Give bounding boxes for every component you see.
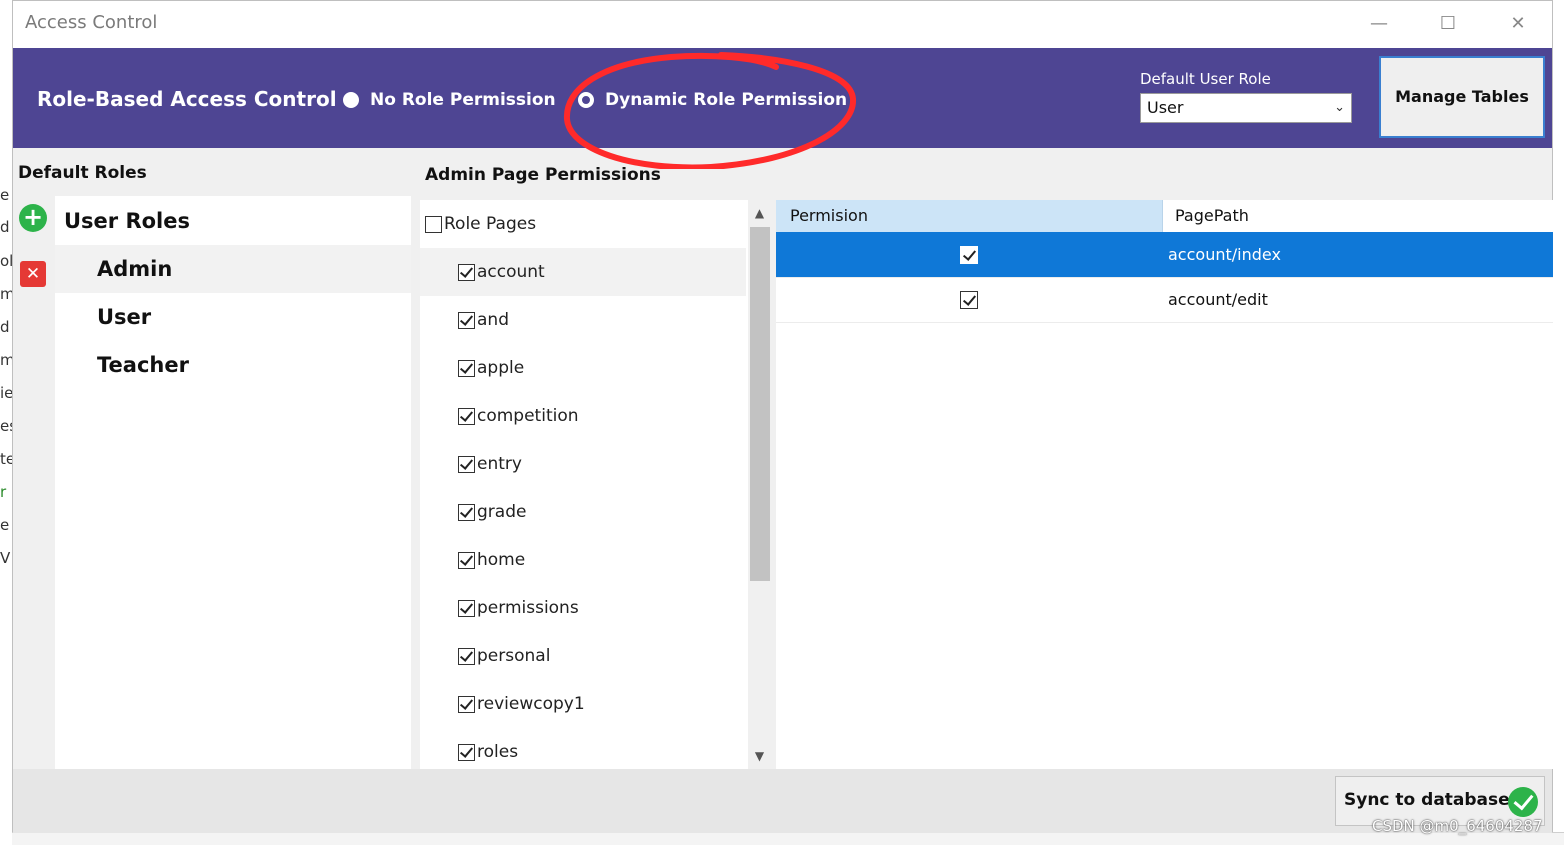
page-label: competition: [477, 406, 579, 426]
checkbox-checked-icon[interactable]: [458, 407, 475, 425]
maximize-button[interactable]: ☐: [1424, 7, 1472, 41]
table-row[interactable]: account/index: [776, 232, 1553, 278]
scroll-thumb[interactable]: [750, 227, 770, 581]
bg-fragment: e: [0, 186, 10, 204]
page-item[interactable]: personal: [420, 632, 746, 680]
radio-label: No Role Permission: [370, 90, 556, 110]
bg-fragment: r: [0, 483, 7, 501]
watermark: CSDN @m0_64604287: [1372, 817, 1543, 835]
page-label: Role Pages: [444, 214, 537, 234]
window-title: Access Control: [25, 12, 158, 33]
header-title: Role-Based Access Control: [37, 87, 337, 111]
checkbox-unchecked-icon[interactable]: [425, 215, 442, 233]
checkbox-checked-icon[interactable]: [458, 599, 475, 617]
footer-bar: Sync to database: [13, 769, 1552, 833]
permissions-grid: Permision PagePath account/index account…: [776, 200, 1553, 769]
pages-tree: Role Pages account and apple competition…: [420, 200, 748, 769]
checkbox-checked-icon[interactable]: [458, 695, 475, 713]
header-bar: Role-Based Access Control No Role Permis…: [13, 48, 1552, 148]
page-label: and: [477, 310, 509, 330]
checkbox-checked-icon[interactable]: [458, 743, 475, 761]
delete-role-icon[interactable]: ✕: [20, 261, 46, 287]
column-header-permision[interactable]: Permision: [776, 200, 1163, 232]
bg-fragment: e: [0, 516, 10, 534]
radio-unselected-icon: [343, 92, 359, 108]
page-label: entry: [477, 454, 522, 474]
access-control-window: Access Control — ☐ ✕ Role-Based Access C…: [12, 0, 1553, 833]
select-value: User: [1147, 98, 1184, 117]
page-label: roles: [477, 742, 519, 762]
page-item[interactable]: apple: [420, 344, 746, 392]
page-label: reviewcopy1: [477, 694, 585, 714]
page-label: personal: [477, 646, 551, 666]
role-pages-root[interactable]: Role Pages: [420, 200, 746, 248]
page-label: grade: [477, 502, 527, 522]
chevron-down-icon: ⌄: [1334, 100, 1345, 115]
page-item[interactable]: home: [420, 536, 746, 584]
radio-dynamic-role-permission[interactable]: Dynamic Role Permission: [578, 90, 847, 110]
sync-button-label: Sync to database: [1344, 790, 1510, 810]
page-path-cell: account/index: [1168, 245, 1281, 264]
scroll-down-icon[interactable]: ▼: [748, 745, 771, 767]
permission-checkbox-checked-icon[interactable]: [960, 291, 978, 309]
checkbox-checked-icon[interactable]: [458, 359, 475, 377]
page-label: permissions: [477, 598, 579, 618]
checkbox-checked-icon[interactable]: [458, 263, 475, 281]
page-label: account: [477, 262, 545, 282]
minimize-button[interactable]: —: [1355, 7, 1403, 41]
page-label: home: [477, 550, 526, 570]
role-item-teacher[interactable]: Teacher: [55, 341, 411, 389]
page-item[interactable]: account: [420, 248, 746, 296]
background-window-right-edge: [1553, 0, 1564, 844]
permission-checkbox-checked-icon[interactable]: [960, 246, 978, 264]
user-roles-heading[interactable]: User Roles: [55, 196, 411, 244]
roles-tree: User Roles Admin User Teacher: [55, 196, 411, 769]
page-item[interactable]: entry: [420, 440, 746, 488]
background-window-bottom: [12, 832, 1564, 845]
table-row[interactable]: account/edit: [776, 277, 1553, 323]
bg-fragment: d: [0, 318, 10, 336]
page-item[interactable]: competition: [420, 392, 746, 440]
checkbox-checked-icon[interactable]: [458, 551, 475, 569]
page-item[interactable]: permissions: [420, 584, 746, 632]
bg-fragment: d: [0, 218, 10, 236]
pages-scrollbar[interactable]: ▲ ▼: [748, 200, 771, 769]
close-button[interactable]: ✕: [1494, 7, 1542, 41]
checkbox-checked-icon[interactable]: [458, 455, 475, 473]
check-circle-icon: [1508, 787, 1538, 817]
page-item[interactable]: and: [420, 296, 746, 344]
default-roles-label: Default Roles: [18, 163, 147, 183]
page-label: apple: [477, 358, 525, 378]
checkbox-checked-icon[interactable]: [458, 503, 475, 521]
checkbox-checked-icon[interactable]: [458, 647, 475, 665]
radio-label: Dynamic Role Permission: [605, 90, 848, 110]
role-item-admin[interactable]: Admin: [55, 245, 411, 293]
radio-no-role-permission[interactable]: No Role Permission: [343, 90, 556, 110]
checkbox-checked-icon[interactable]: [458, 311, 475, 329]
page-item[interactable]: grade: [420, 488, 746, 536]
radio-selected-icon: [578, 92, 594, 108]
grid-header: Permision PagePath: [776, 200, 1553, 233]
add-role-icon[interactable]: +: [19, 204, 47, 232]
manage-tables-button[interactable]: Manage Tables: [1379, 56, 1545, 138]
default-user-role-select[interactable]: User ⌄: [1140, 93, 1352, 123]
default-user-role-label: Default User Role: [1140, 70, 1271, 88]
page-path-cell: account/edit: [1168, 290, 1268, 309]
admin-page-permissions-label: Admin Page Permissions: [425, 165, 661, 185]
role-item-user[interactable]: User: [55, 293, 411, 341]
column-header-pagepath[interactable]: PagePath: [1163, 200, 1553, 232]
scroll-up-icon[interactable]: ▲: [748, 202, 771, 224]
title-bar: Access Control — ☐ ✕: [13, 1, 1552, 48]
role-actions: + ✕: [13, 196, 55, 769]
page-item[interactable]: reviewcopy1: [420, 680, 746, 728]
bg-fragment: V: [0, 549, 11, 567]
